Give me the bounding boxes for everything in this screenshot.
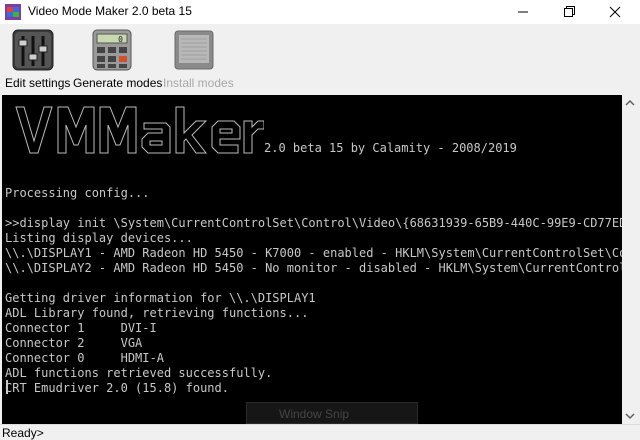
vertical-scrollbar[interactable] — [622, 95, 638, 424]
calculator-display: 0 — [118, 35, 123, 44]
scroll-down-icon[interactable] — [622, 408, 638, 424]
minimize-button[interactable] — [500, 0, 546, 24]
text-cursor — [6, 380, 8, 394]
scroll-up-icon[interactable] — [622, 95, 638, 111]
console-line: \\.\DISPLAY2 - AMD Radeon HD 5450 - No m… — [5, 261, 622, 275]
console-line: Processing config... — [5, 186, 150, 200]
restore-icon — [564, 6, 575, 17]
monitor-icon — [174, 30, 214, 70]
console-line: Connector 0 HDMI-A — [5, 351, 164, 365]
command-input[interactable] — [44, 425, 634, 439]
window-title: Video Mode Maker 2.0 beta 15 — [28, 4, 192, 18]
app-icon — [5, 4, 21, 20]
console-line: Listing display devices... — [5, 231, 193, 245]
install-modes-label: Install modes — [163, 76, 234, 90]
edit-settings-button[interactable]: Edit settings — [0, 24, 70, 94]
generate-modes-label: Generate modes — [73, 76, 163, 90]
install-modes-button[interactable]: Install modes — [160, 24, 234, 94]
vmmaker-logo — [15, 106, 264, 154]
console-lines: Processing config... >>display init \Sys… — [5, 171, 622, 396]
console-output[interactable]: 2.0 beta 15 by Calamity - 2008/2019 Proc… — [2, 95, 622, 424]
version-text: 2.0 beta 15 by Calamity - 2008/2019 — [264, 141, 517, 155]
calculator-icon: 0 — [92, 29, 132, 71]
console-line: CRT Emudriver 2.0 (15.8) found. — [5, 381, 229, 395]
title-bar: Video Mode Maker 2.0 beta 15 — [0, 0, 640, 24]
window-snip-overlay: Window Snip — [246, 402, 418, 424]
close-button[interactable] — [592, 0, 638, 24]
close-icon — [609, 6, 621, 18]
sliders-icon — [12, 29, 54, 71]
console-line: \\.\DISPLAY1 - AMD Radeon HD 5450 - K700… — [5, 246, 622, 260]
console-line: Getting driver information for \\.\DISPL… — [5, 291, 316, 305]
window-snip-label: Window Snip — [279, 407, 350, 421]
command-prompt: Ready> — [2, 426, 44, 440]
restore-button[interactable] — [546, 0, 592, 24]
generate-modes-button[interactable]: 0 Generate modes — [70, 24, 162, 94]
console-line: ADL Library found, retrieving functions.… — [5, 306, 309, 320]
command-bar: Ready> — [0, 424, 640, 440]
minimize-icon — [518, 11, 528, 13]
console-line: Connector 2 VGA — [5, 336, 143, 350]
toolbar: Edit settings 0 Generate modes Install m… — [0, 24, 640, 94]
console-line: >>display init \System\CurrentControlSet… — [5, 216, 622, 230]
console-line: Connector 1 DVI-I — [5, 321, 157, 335]
edit-settings-label: Edit settings — [5, 76, 71, 90]
console-line: ADL functions retrieved successfully. — [5, 366, 273, 380]
